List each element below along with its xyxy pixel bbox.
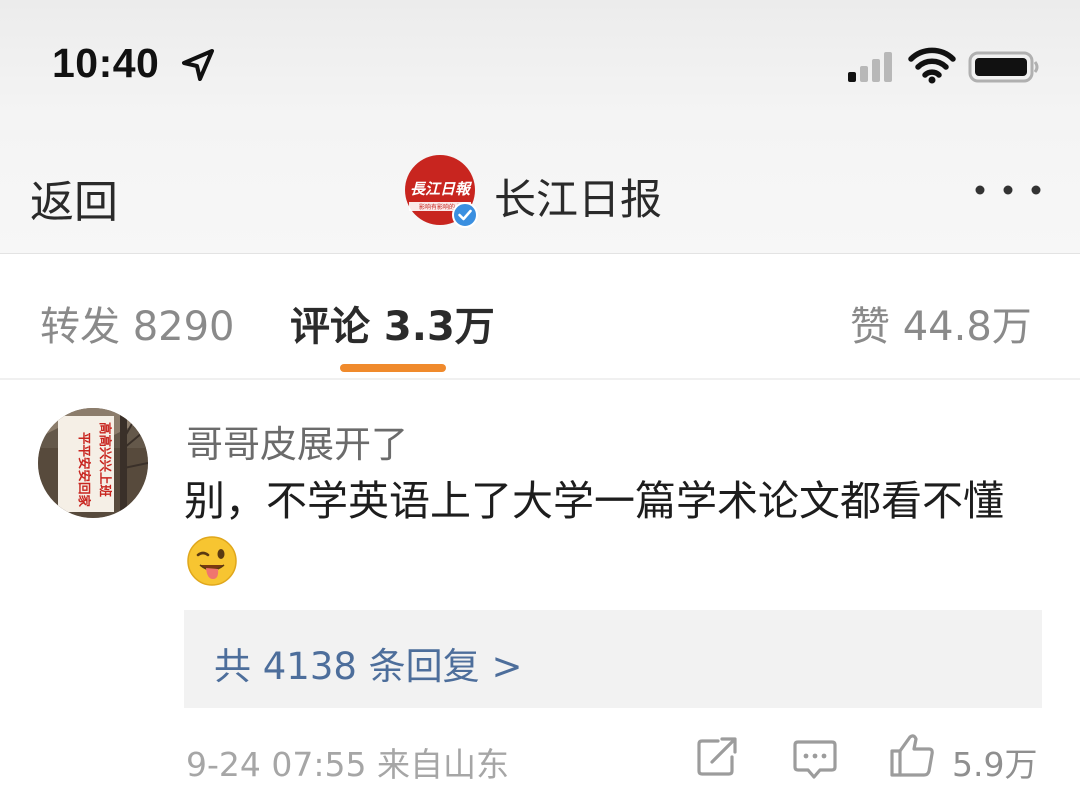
tab-comments[interactable]: 评论 3.3万 <box>290 294 495 352</box>
back-button[interactable]: 返回 <box>30 166 118 230</box>
avatar-sign-right: 高高兴兴上班 <box>98 422 113 498</box>
account-name[interactable]: 长江日报 <box>494 166 662 227</box>
tab-repost[interactable]: 转发 8290 <box>40 294 235 352</box>
cellular-signal-icon <box>848 52 892 82</box>
tab-likes[interactable]: 赞 44.8万 <box>850 294 1032 352</box>
thumbs-up-icon[interactable] <box>888 731 936 779</box>
avatar-sign-left: 平平安安回家 <box>77 432 92 508</box>
verified-icon <box>452 202 478 228</box>
replies-box[interactable]: 共 4138 条回复 > <box>184 610 1042 708</box>
like-count: 5.9万 <box>952 745 1038 784</box>
header-divider <box>0 253 1080 254</box>
commenter-name[interactable]: 哥哥皮展开了 <box>186 414 408 468</box>
avatar-logo-text: 長江日報 <box>410 180 473 198</box>
commenter-avatar[interactable]: 平平安安回家 高高兴兴上班 <box>38 408 148 518</box>
share-icon[interactable] <box>694 735 740 779</box>
active-tab-indicator <box>340 364 446 372</box>
wifi-icon <box>908 47 956 84</box>
tongue-wink-emoji-icon <box>187 536 237 586</box>
reply-comment-icon[interactable] <box>792 737 838 781</box>
comment-meta: 9-24 07:55 来自山东 <box>186 745 509 784</box>
tabs-divider <box>0 378 1080 380</box>
status-time: 10:40 <box>52 40 160 86</box>
comment-body: 别，不学英语上了大学一篇学术论文都看不懂 <box>184 477 1004 525</box>
view-replies-link[interactable]: 共 4138 条回复 > <box>214 636 522 690</box>
location-arrow-icon <box>182 49 214 81</box>
comment-text: 别，不学英语上了大学一篇学术论文都看不懂 <box>184 470 1044 594</box>
more-dots-icon[interactable] <box>972 180 1044 200</box>
battery-icon <box>968 51 1039 83</box>
